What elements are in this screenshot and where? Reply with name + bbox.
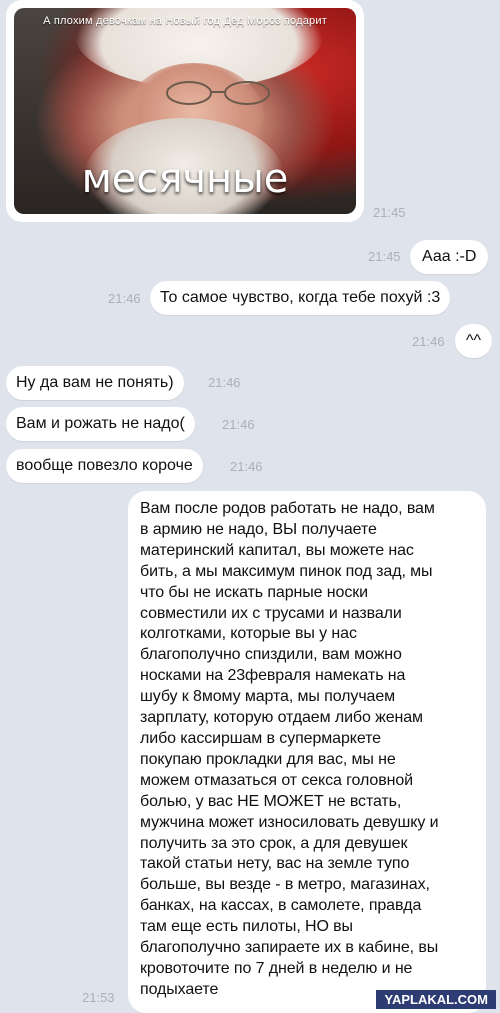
message-line: совместили их с трусами и назвали [140,604,402,622]
message-line: покупаю прокладки для вас, мы не [140,750,396,768]
message-line: колготками, которые вы у нас [140,625,357,643]
chat-bubble-outgoing[interactable]: Ааа :-D [410,240,489,274]
image-bubble[interactable]: А плохим девочкам на Новый год Дед Мороз… [6,0,364,222]
message-line: зарплату, которую отдаем либо женам [140,709,423,727]
message-line: банках, на кассах, в самолете, правда [140,897,422,915]
message-line: Вам после родов работать не надо, вам [140,500,435,517]
chat-bubble-outgoing-long[interactable]: Вам после родов работать не надо, вам в … [128,491,486,1013]
message-line: такой статьи нету, вас на земле тупо [140,855,410,873]
chat-bubble-outgoing[interactable]: То самое чувство, когда тебе похуй :3 [150,281,451,315]
message-time: 21:53 [82,990,115,1005]
message-line: больше, вы везде - в метро, магазинах, [140,876,430,894]
chat-bubble-incoming[interactable]: вообще повезло короче [6,449,203,483]
chat-bubble-outgoing[interactable]: ^^ [455,324,493,358]
message-line: можем отмазаться от секса головной [140,771,413,789]
message-line: материнский капитал, вы можете нас [140,541,414,559]
santa-meme-image[interactable]: А плохим девочкам на Новый год Дед Мороз… [14,8,356,214]
message-line: кровоточите по 7 дней в неделю и не [140,959,413,977]
message-line: либо кассиршам в супермаркете [140,729,381,747]
message-line: бить, а мы максимум пинок под зад, мы [140,562,433,580]
message-line: благополучно спиздили, вам можно [140,646,402,664]
image-message[interactable]: А плохим девочкам на Новый год Дед Мороз… [0,0,500,225]
message-time: 21:46 [230,459,263,474]
message-time: 21:46 [208,375,241,390]
message-line: что бы не искать парные носки [140,583,368,601]
message-time: 21:45 [373,205,406,220]
message-line: там еще есть пилоты, НО вы [140,918,353,936]
message-time: 21:46 [222,417,255,432]
message-time: 21:46 [108,291,141,306]
message-line: носками на 23февраля намекать на [140,667,406,685]
message-time: 21:45 [368,249,401,264]
message-line: получить за это срок, а для девушек [140,834,408,852]
glasses-icon [166,81,270,105]
message-line: в армию не надо, ВЫ получаете [140,520,377,538]
chat-bubble-incoming[interactable]: Вам и рожать не надо( [6,407,195,441]
watermark-logo: YAPLAKAL.COM [376,990,496,1009]
message-line: шубу к 8мому марта, мы получаем [140,688,396,706]
message-line: болью, у вас НЕ МОЖЕТ не встать, [140,792,402,810]
chat-bubble-incoming[interactable]: Ну да вам не понять) [6,366,184,400]
message-line: мужчина может износиловать девушку и [140,813,439,831]
message-line: благополучно запираете их в кабине, вы [140,939,439,957]
image-caption-big: месячные [81,156,289,202]
message-time: 21:46 [412,334,445,349]
image-caption-top: А плохим девочкам на Новый год Дед Мороз… [43,15,327,27]
